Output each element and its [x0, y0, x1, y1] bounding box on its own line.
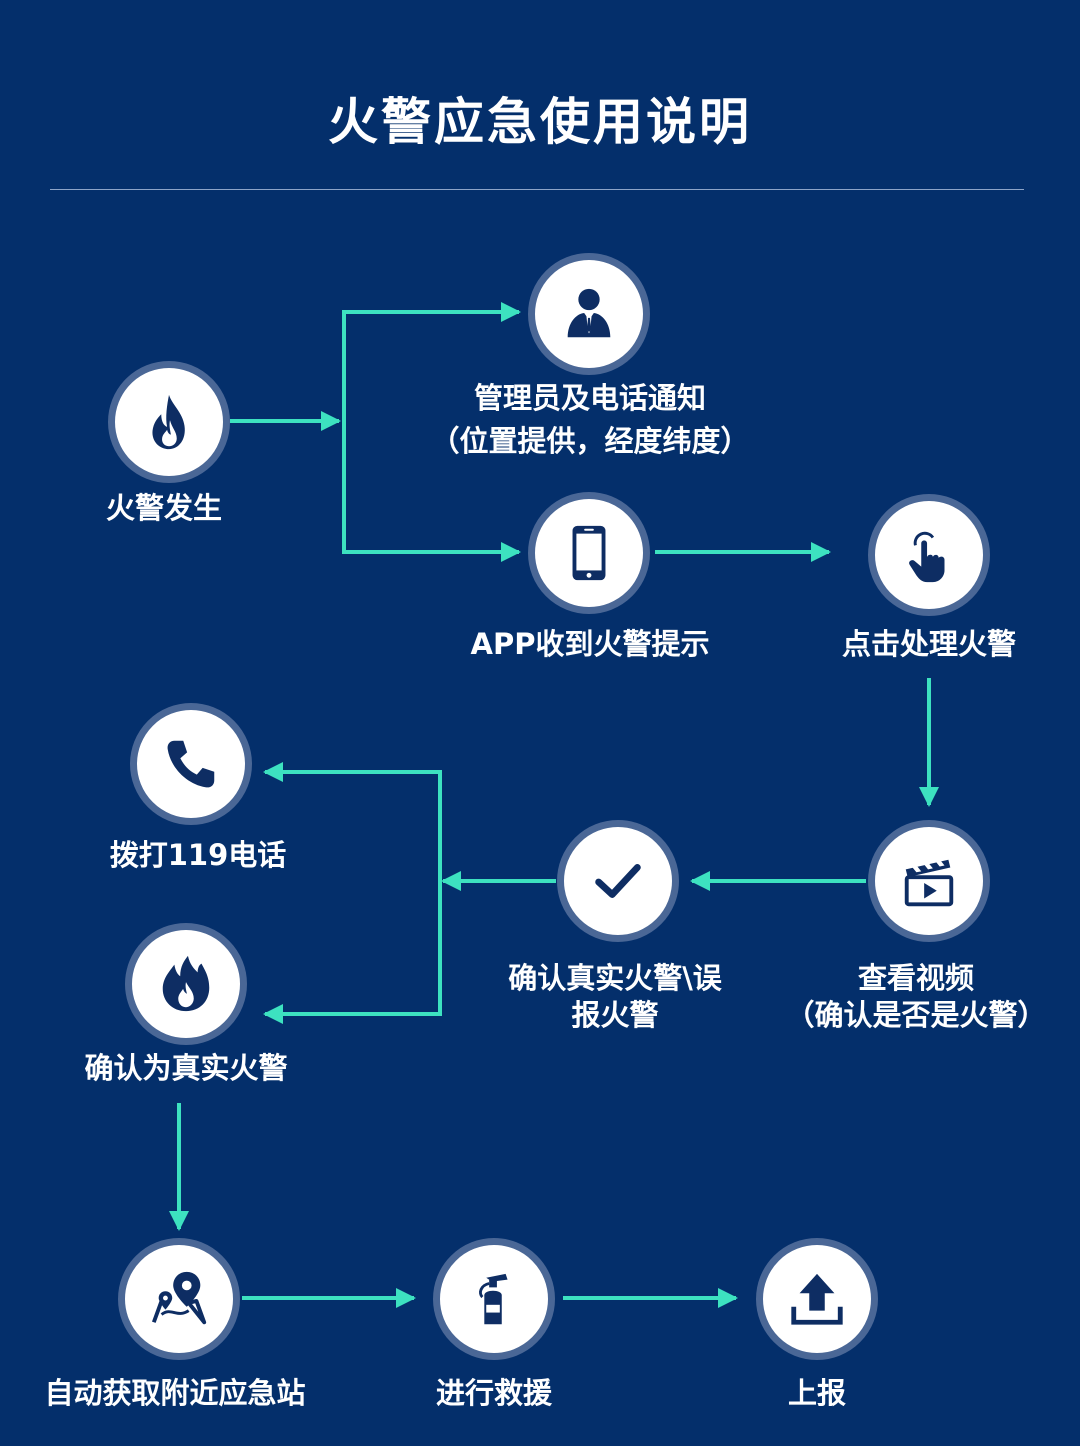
node-call-119[interactable] — [130, 703, 252, 825]
label-click-handle: 点击处理火警 — [841, 627, 1016, 661]
node-confirm-alarm[interactable] — [557, 820, 679, 942]
tap-hand-icon — [909, 531, 945, 583]
label-view-video-line1: 查看视频 — [857, 961, 974, 995]
checkmark-icon — [595, 864, 641, 898]
label-fire-occurs: 火警发生 — [105, 491, 222, 525]
node-rescue[interactable] — [433, 1238, 555, 1360]
node-manager-notified[interactable] — [528, 253, 650, 375]
node-report[interactable] — [756, 1238, 878, 1360]
label-report: 上报 — [787, 1376, 846, 1410]
label-nearby-station: 自动获取附近应急站 — [44, 1376, 306, 1410]
label-app-alert: APP收到火警提示 — [470, 627, 710, 661]
arrow-branch-to-call — [263, 762, 442, 1014]
node-app-alert[interactable] — [528, 492, 650, 614]
fire-extinguisher-icon — [479, 1273, 508, 1325]
flame-icon — [162, 955, 210, 1012]
label-call-119: 拨打119电话 — [109, 838, 287, 872]
video-clapper-icon — [904, 859, 954, 907]
arrow-branch-to-real — [263, 772, 442, 1024]
label-confirm-alarm-line2: 报火警 — [571, 998, 659, 1032]
smartphone-icon — [572, 525, 606, 581]
label-manager-line1: 管理员及电话通知 — [473, 381, 706, 415]
node-nearby-station[interactable] — [118, 1238, 240, 1360]
node-fire-occurs[interactable] — [108, 361, 230, 483]
label-confirmed-fire: 确认为真实火警 — [84, 1051, 288, 1085]
map-pin-icon — [151, 1271, 207, 1325]
upload-icon — [791, 1273, 843, 1325]
person-in-suit-icon — [567, 288, 611, 338]
label-manager-line2: （位置提供，经度纬度） — [430, 424, 750, 458]
label-view-video-line2: （确认是否是火警） — [785, 998, 1047, 1032]
phone-icon — [167, 740, 215, 788]
label-rescue: 进行救援 — [435, 1376, 552, 1410]
node-click-handle[interactable] — [868, 494, 990, 616]
label-confirm-alarm-line1: 确认真实火警\误 — [508, 961, 722, 995]
node-view-video[interactable] — [868, 820, 990, 942]
node-confirmed-fire[interactable] — [125, 923, 247, 1045]
flame-icon — [152, 394, 185, 450]
